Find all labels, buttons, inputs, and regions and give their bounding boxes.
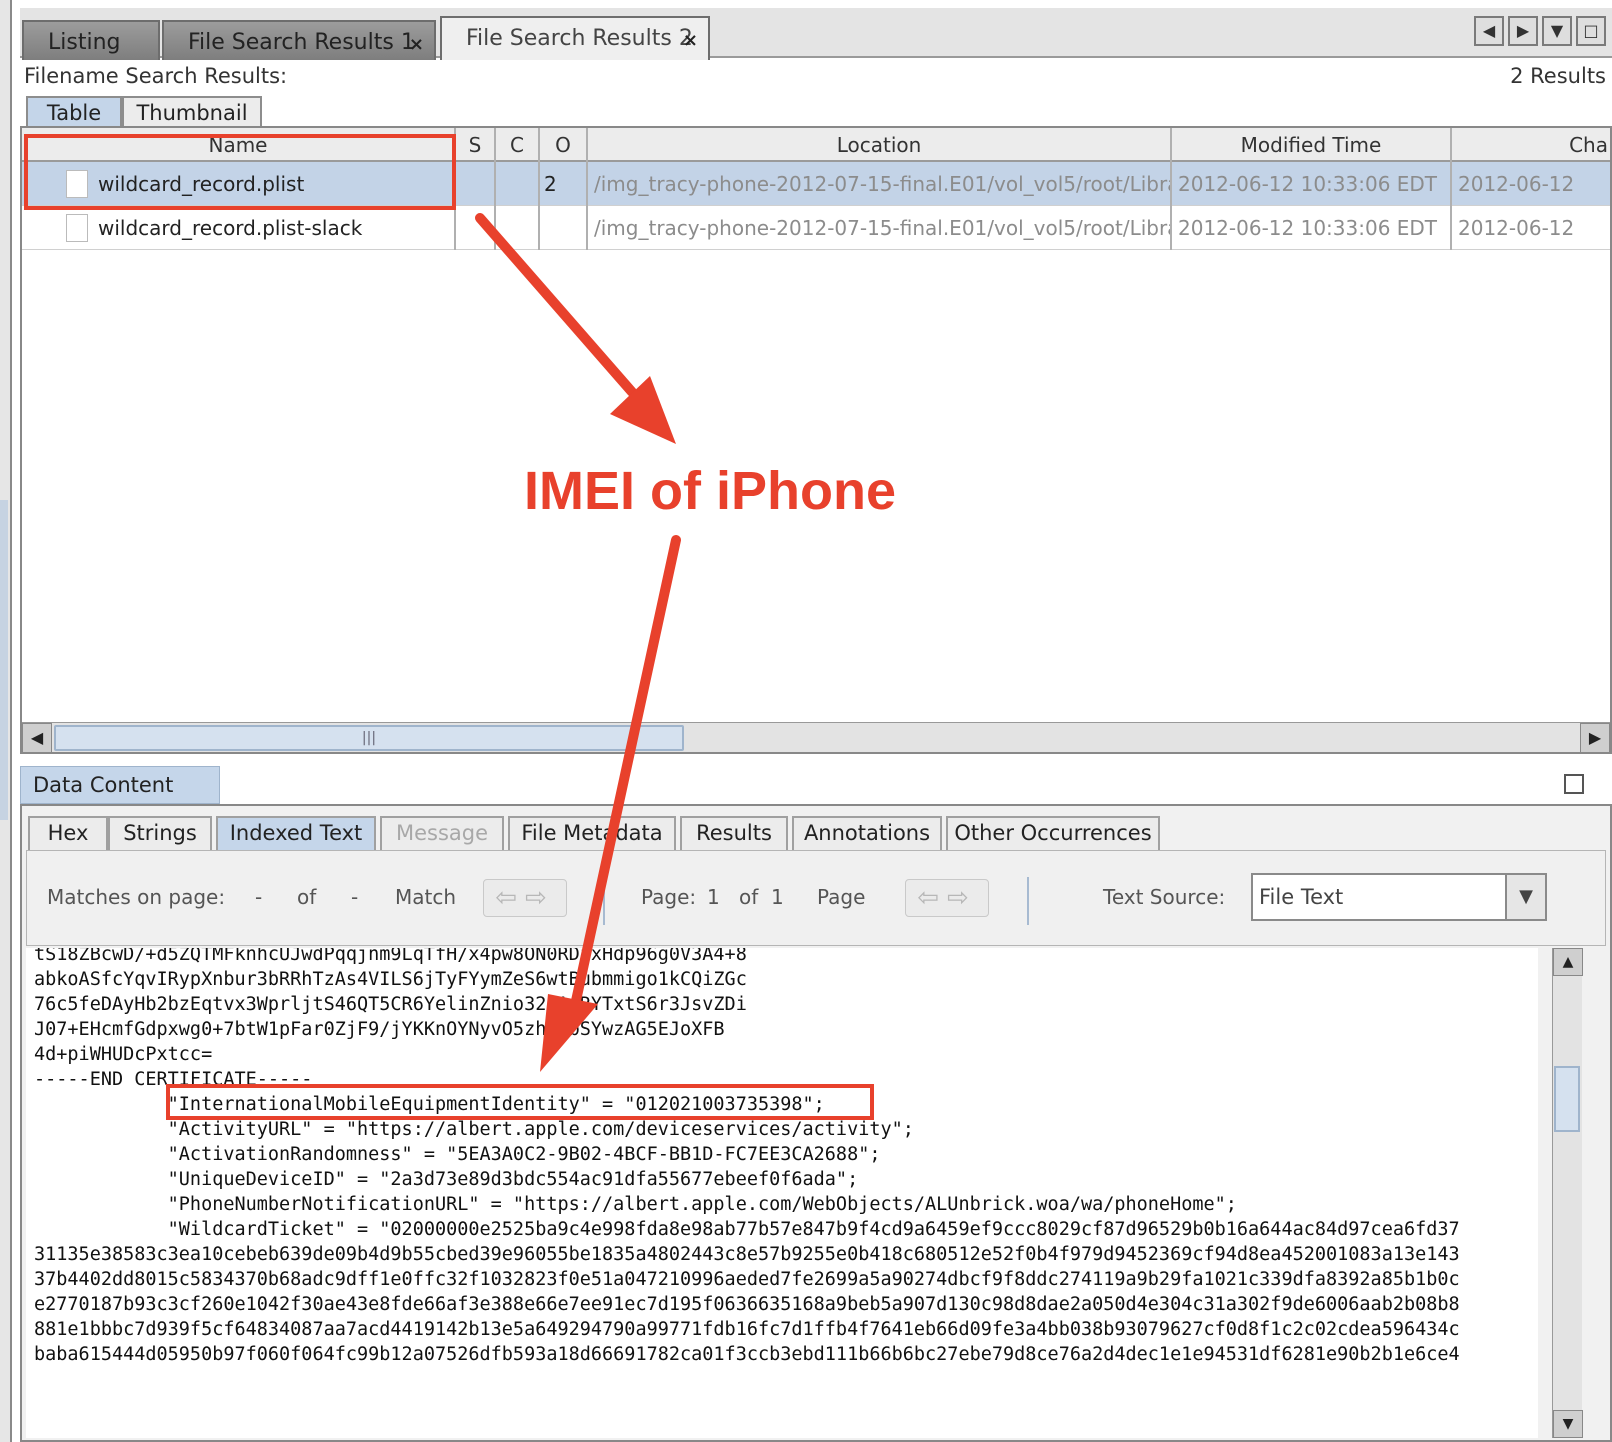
arrowhead-icon (610, 376, 676, 444)
annotation-arrows (475, 213, 681, 1072)
arrow-line-to-label (475, 213, 637, 397)
annotation-label: IMEI of iPhone (524, 461, 896, 521)
arrowhead-icon (540, 994, 598, 1072)
arrow-line-to-imei (569, 535, 681, 1015)
